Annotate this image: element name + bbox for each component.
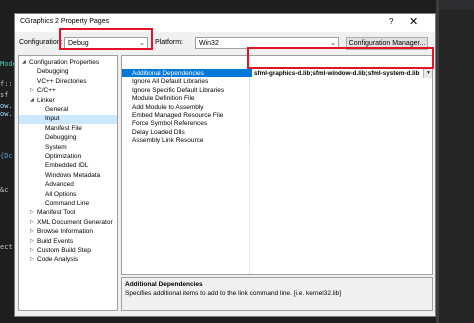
property-name: Add Module to Assembly	[132, 103, 204, 111]
code-line: ow.	[0, 102, 13, 110]
configuration-label: Configuration:	[19, 39, 63, 46]
tree-item-label: Configuration Properties	[29, 59, 100, 66]
tree-item-optimization[interactable]: Optimization	[19, 153, 117, 162]
platform-label: Platform:	[155, 39, 184, 46]
tree-item-label: All Options	[45, 190, 77, 198]
tree-item-label: Windows Metadata	[45, 171, 101, 179]
tree-item-manifest-file[interactable]: Manifest File	[19, 125, 117, 134]
property-grid[interactable]: Additional Dependencies sfml-graphics-d.l…	[121, 55, 433, 275]
tree-item-linker[interactable]: ◢ Linker	[19, 97, 117, 106]
property-row[interactable]: Assembly Link Resource	[122, 136, 432, 146]
tree-item-debugging[interactable]: Debugging	[19, 134, 117, 143]
tree-item-label: Browse Information	[37, 228, 93, 236]
property-name: Delay Loaded Dlls	[132, 128, 185, 136]
expand-arrow-icon[interactable]: ▷	[30, 228, 34, 234]
tree-item-label: Manifest Tool	[37, 209, 76, 217]
expand-arrow-icon[interactable]: ▷	[30, 238, 34, 244]
tree-item-label: General	[45, 106, 69, 113]
tree-item-custom-build-step[interactable]: ▷ Custom Build Step	[19, 247, 117, 256]
tree-item-label: Advanced	[45, 181, 74, 189]
chevron-down-icon: ⌄	[330, 40, 336, 47]
description-title: Additional Dependencies	[125, 281, 203, 288]
property-pages-dialog: CGraphics 2 Property Pages ? ✕ Configura…	[14, 13, 436, 317]
property-name: Force Symbol References	[132, 120, 208, 128]
tree-item-vc-directories[interactable]: VC++ Directories	[19, 78, 117, 87]
description-text: Specifies additional items to add to the…	[125, 290, 342, 297]
tree-item-xml-document-generator[interactable]: ▷ XML Document Generator	[19, 219, 117, 228]
help-icon[interactable]: ?	[389, 17, 393, 26]
tree-item-label: Debugging	[45, 134, 77, 142]
tree-item-label: Code Analysis	[37, 256, 79, 264]
dialog-title: CGraphics 2 Property Pages	[20, 18, 110, 25]
tree-item-manifest-tool[interactable]: ▷ Manifest Tool	[19, 209, 117, 218]
tree-item-label: Embedded IDL	[45, 162, 89, 170]
tree-item-advanced[interactable]: Advanced	[19, 181, 117, 190]
tree-item-label: C/C++	[37, 87, 56, 95]
description-panel: Additional Dependencies Specifies additi…	[121, 277, 433, 311]
tree-item-label: Custom Build Step	[37, 247, 91, 254]
tree-item-all-options[interactable]: All Options	[19, 191, 117, 200]
tree-item-windows-metadata[interactable]: Windows Metadata	[19, 172, 117, 181]
tree-item-label: Build Events	[37, 237, 74, 245]
expand-arrow-icon[interactable]: ▷	[30, 209, 34, 215]
expand-arrow-icon[interactable]: ▷	[30, 247, 34, 253]
close-icon[interactable]: ✕	[409, 15, 418, 28]
tree-item-configuration-properties[interactable]: ◢ Configuration Properties	[19, 59, 117, 68]
tree-item-command-line[interactable]: Command Line	[19, 200, 117, 209]
property-tree[interactable]: ◢ Configuration Properties Debugging VC++ D…	[18, 55, 118, 311]
tree-item-general[interactable]: General	[19, 106, 117, 115]
platform-value: Win32	[199, 40, 219, 47]
code-line: {Dc	[0, 152, 13, 160]
tree-item-browse-information[interactable]: ▷ Browse Information	[19, 228, 117, 237]
code-line: f::	[0, 80, 13, 88]
property-name: Ignore Specific Default Libraries	[132, 86, 225, 94]
tree-item-label: Command Line	[45, 200, 90, 207]
tree-item-label: Optimization	[45, 153, 82, 160]
tree-item-label: XML Document Generator	[37, 218, 113, 226]
property-name: Module Definition File	[132, 95, 195, 103]
configuration-highlight	[59, 28, 153, 50]
tree-item-label: Debugging	[37, 68, 69, 76]
code-line: sf	[0, 91, 9, 99]
tree-item-label: Manifest File	[45, 124, 82, 132]
collapse-arrow-icon[interactable]: ◢	[30, 97, 34, 103]
code-line: ect	[0, 243, 13, 251]
property-name: Embed Managed Resource File	[132, 112, 224, 119]
tree-item-c-c-[interactable]: ▷ C/C++	[19, 87, 117, 96]
code-editor-right	[436, 0, 474, 323]
property-name: Ignore All Default Libraries	[132, 78, 209, 86]
tree-item-label: System	[45, 143, 67, 151]
expand-arrow-icon[interactable]: ▷	[30, 87, 34, 93]
tree-item-label: Input	[45, 115, 60, 123]
dependencies-highlight	[247, 47, 434, 69]
property-name: Assembly Link Resource	[132, 137, 204, 145]
expand-arrow-icon[interactable]: ▷	[30, 219, 34, 225]
tree-item-embedded-idl[interactable]: Embedded IDL	[19, 162, 117, 171]
tree-item-code-analysis[interactable]: ▷ Code Analysis	[19, 256, 117, 265]
tree-item-build-events[interactable]: ▷ Build Events	[19, 238, 117, 247]
property-name: Additional Dependencies	[132, 70, 204, 77]
code-line: ow.	[0, 110, 13, 118]
expand-arrow-icon[interactable]: ▷	[30, 256, 34, 262]
tree-item-debugging[interactable]: Debugging	[19, 68, 117, 77]
tree-item-label: Linker	[37, 96, 55, 104]
tree-item-system[interactable]: System	[19, 144, 117, 153]
code-editor-left: Mode f:: sf ow. ow. {Dc &c ect	[0, 0, 17, 323]
collapse-arrow-icon[interactable]: ◢	[22, 59, 26, 65]
tree-item-input[interactable]: Input	[19, 115, 117, 125]
code-line: &c	[0, 186, 9, 194]
tree-item-label: VC++ Directories	[37, 77, 87, 85]
